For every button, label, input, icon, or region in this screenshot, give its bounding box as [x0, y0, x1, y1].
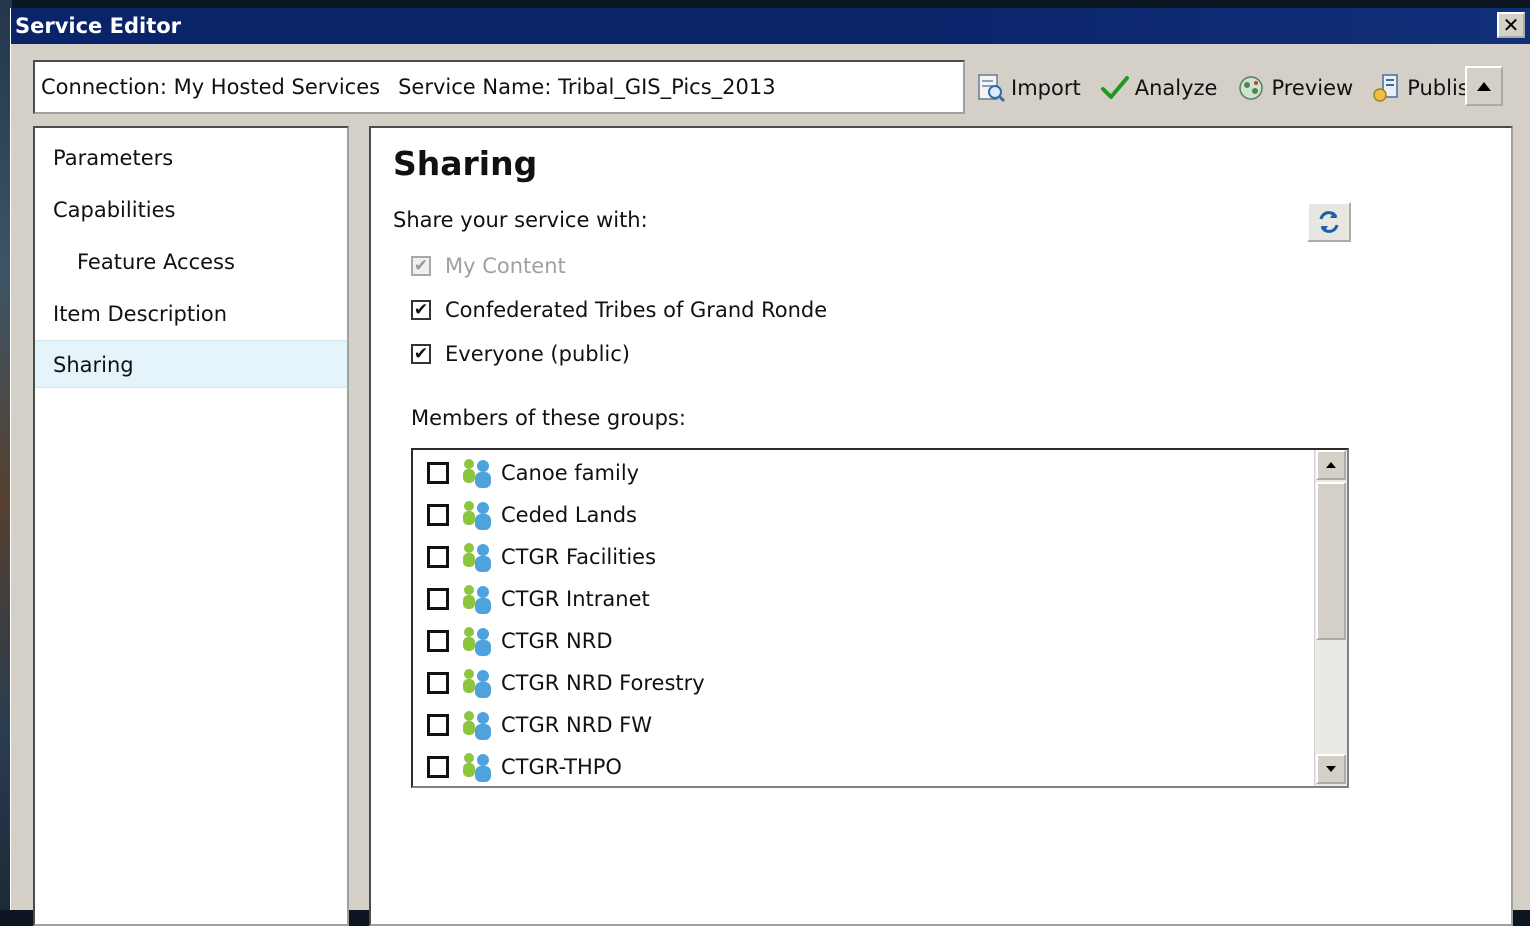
group-name: CTGR NRD FW — [501, 713, 653, 737]
service-info-box: Connection: My Hosted Services Service N… — [33, 60, 965, 114]
group-icon — [463, 501, 491, 530]
group-name: CTGR NRD — [501, 629, 613, 653]
connection-text: Connection: My Hosted Services — [41, 75, 381, 99]
nav-item-item-description[interactable]: Item Description — [35, 290, 347, 338]
group-name: CTGR Facilities — [501, 545, 657, 569]
arrow-down-icon — [1326, 766, 1336, 772]
preview-icon — [1239, 76, 1264, 100]
group-checkbox[interactable] — [427, 504, 449, 526]
organization-label: Confederated Tribes of Grand Ronde — [445, 298, 828, 322]
scroll-thumb[interactable] — [1316, 482, 1346, 640]
window-title: Service Editor — [15, 14, 182, 38]
list-item[interactable]: Canoe family — [427, 452, 639, 494]
list-item[interactable]: CTGR NRD FW — [427, 704, 652, 746]
import-icon — [978, 74, 1006, 103]
import-label: Import — [1011, 76, 1081, 100]
group-icon — [463, 753, 491, 782]
publish-icon — [1373, 74, 1398, 102]
close-button[interactable]: ✕ — [1497, 12, 1525, 38]
list-item[interactable]: CTGR Facilities — [427, 536, 656, 578]
group-checkbox[interactable] — [427, 546, 449, 568]
group-checkbox[interactable] — [427, 630, 449, 652]
group-icon — [463, 711, 491, 740]
groups-scrollbar[interactable] — [1314, 450, 1347, 786]
my-content-checkbox: ✔ — [411, 256, 431, 276]
nav-item-feature-access[interactable]: Feature Access — [35, 238, 347, 286]
groups-list: Canoe family Ceded Lands CTGR Facilities… — [411, 448, 1349, 788]
triangle-up-icon — [1477, 82, 1491, 91]
analyze-button[interactable]: Analyze — [1099, 72, 1218, 104]
list-item[interactable]: CTGR Intranet — [427, 578, 650, 620]
scroll-up-button[interactable] — [1316, 450, 1346, 480]
page-title: Sharing — [393, 144, 538, 183]
group-icon — [463, 669, 491, 698]
everyone-checkbox[interactable]: ✔ — [411, 344, 431, 364]
group-name: CTGR-THPO — [501, 755, 622, 779]
share-option-my-content: ✔ My Content — [411, 254, 566, 278]
group-checkbox[interactable] — [427, 714, 449, 736]
arrow-up-icon — [1326, 462, 1336, 468]
sharing-panel: Sharing Share your service with: ✔ My Co… — [369, 126, 1513, 926]
service-name-text: Service Name: Tribal_GIS_Pics_2013 — [398, 75, 776, 99]
scroll-down-button[interactable] — [1316, 754, 1346, 784]
group-checkbox[interactable] — [427, 462, 449, 484]
service-editor-window: Service Editor ✕ Connection: My Hosted S… — [10, 8, 1530, 926]
groups-label: Members of these groups: — [411, 406, 686, 430]
organization-checkbox[interactable]: ✔ — [411, 300, 431, 320]
share-with-label: Share your service with: — [393, 208, 648, 232]
group-icon — [463, 459, 491, 488]
group-name: CTGR Intranet — [501, 587, 650, 611]
list-item[interactable]: CTGR NRD Forestry — [427, 662, 705, 704]
collapse-button[interactable] — [1465, 66, 1503, 106]
list-item[interactable]: CTGR NRD — [427, 620, 613, 662]
group-icon — [463, 627, 491, 656]
preview-label: Preview — [1271, 76, 1354, 100]
share-option-everyone[interactable]: ✔ Everyone (public) — [411, 342, 630, 366]
list-item[interactable]: CTGR-THPO — [427, 746, 622, 786]
share-option-organization[interactable]: ✔ Confederated Tribes of Grand Ronde — [411, 298, 827, 322]
preview-button[interactable]: Preview — [1235, 72, 1353, 104]
group-name: Ceded Lands — [501, 503, 637, 527]
title-bar[interactable]: Service Editor ✕ — [11, 8, 1530, 44]
close-icon: ✕ — [1502, 13, 1520, 37]
refresh-button[interactable] — [1307, 202, 1351, 242]
analyze-label: Analyze — [1134, 76, 1218, 100]
everyone-label: Everyone (public) — [445, 342, 631, 366]
group-name: CTGR NRD Forestry — [501, 671, 705, 695]
nav-item-capabilities[interactable]: Capabilities — [35, 186, 347, 234]
list-item[interactable]: Ceded Lands — [427, 494, 637, 536]
import-button[interactable]: Import — [975, 72, 1081, 104]
nav-panel: Parameters Capabilities Feature Access I… — [33, 126, 349, 926]
group-checkbox[interactable] — [427, 588, 449, 610]
group-checkbox[interactable] — [427, 672, 449, 694]
refresh-icon — [1319, 211, 1339, 233]
group-icon — [463, 543, 491, 572]
my-content-label: My Content — [445, 254, 566, 278]
checkmark-icon — [1100, 76, 1129, 99]
nav-item-parameters[interactable]: Parameters — [35, 134, 347, 182]
nav-item-sharing[interactable]: Sharing — [35, 340, 347, 388]
group-icon — [463, 585, 491, 614]
toolbar: Import Analyze Preview Publish — [975, 66, 1500, 110]
group-checkbox[interactable] — [427, 756, 449, 778]
group-name: Canoe family — [501, 461, 640, 485]
